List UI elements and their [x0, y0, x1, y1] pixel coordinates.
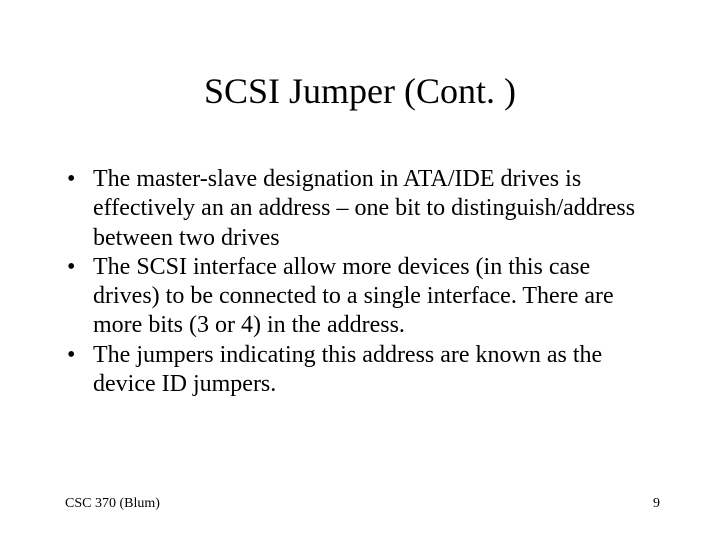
slide-body: The master-slave designation in ATA/IDE …	[65, 165, 660, 399]
list-item: The SCSI interface allow more devices (i…	[65, 253, 660, 341]
footer-course: CSC 370 (Blum)	[65, 496, 160, 512]
slide: SCSI Jumper (Cont. ) The master-slave de…	[0, 0, 720, 540]
slide-title: SCSI Jumper (Cont. )	[0, 70, 720, 112]
list-item: The master-slave designation in ATA/IDE …	[65, 165, 660, 253]
footer-page-number: 9	[653, 496, 660, 512]
list-item: The jumpers indicating this address are …	[65, 341, 660, 400]
bullet-list: The master-slave designation in ATA/IDE …	[65, 165, 660, 399]
